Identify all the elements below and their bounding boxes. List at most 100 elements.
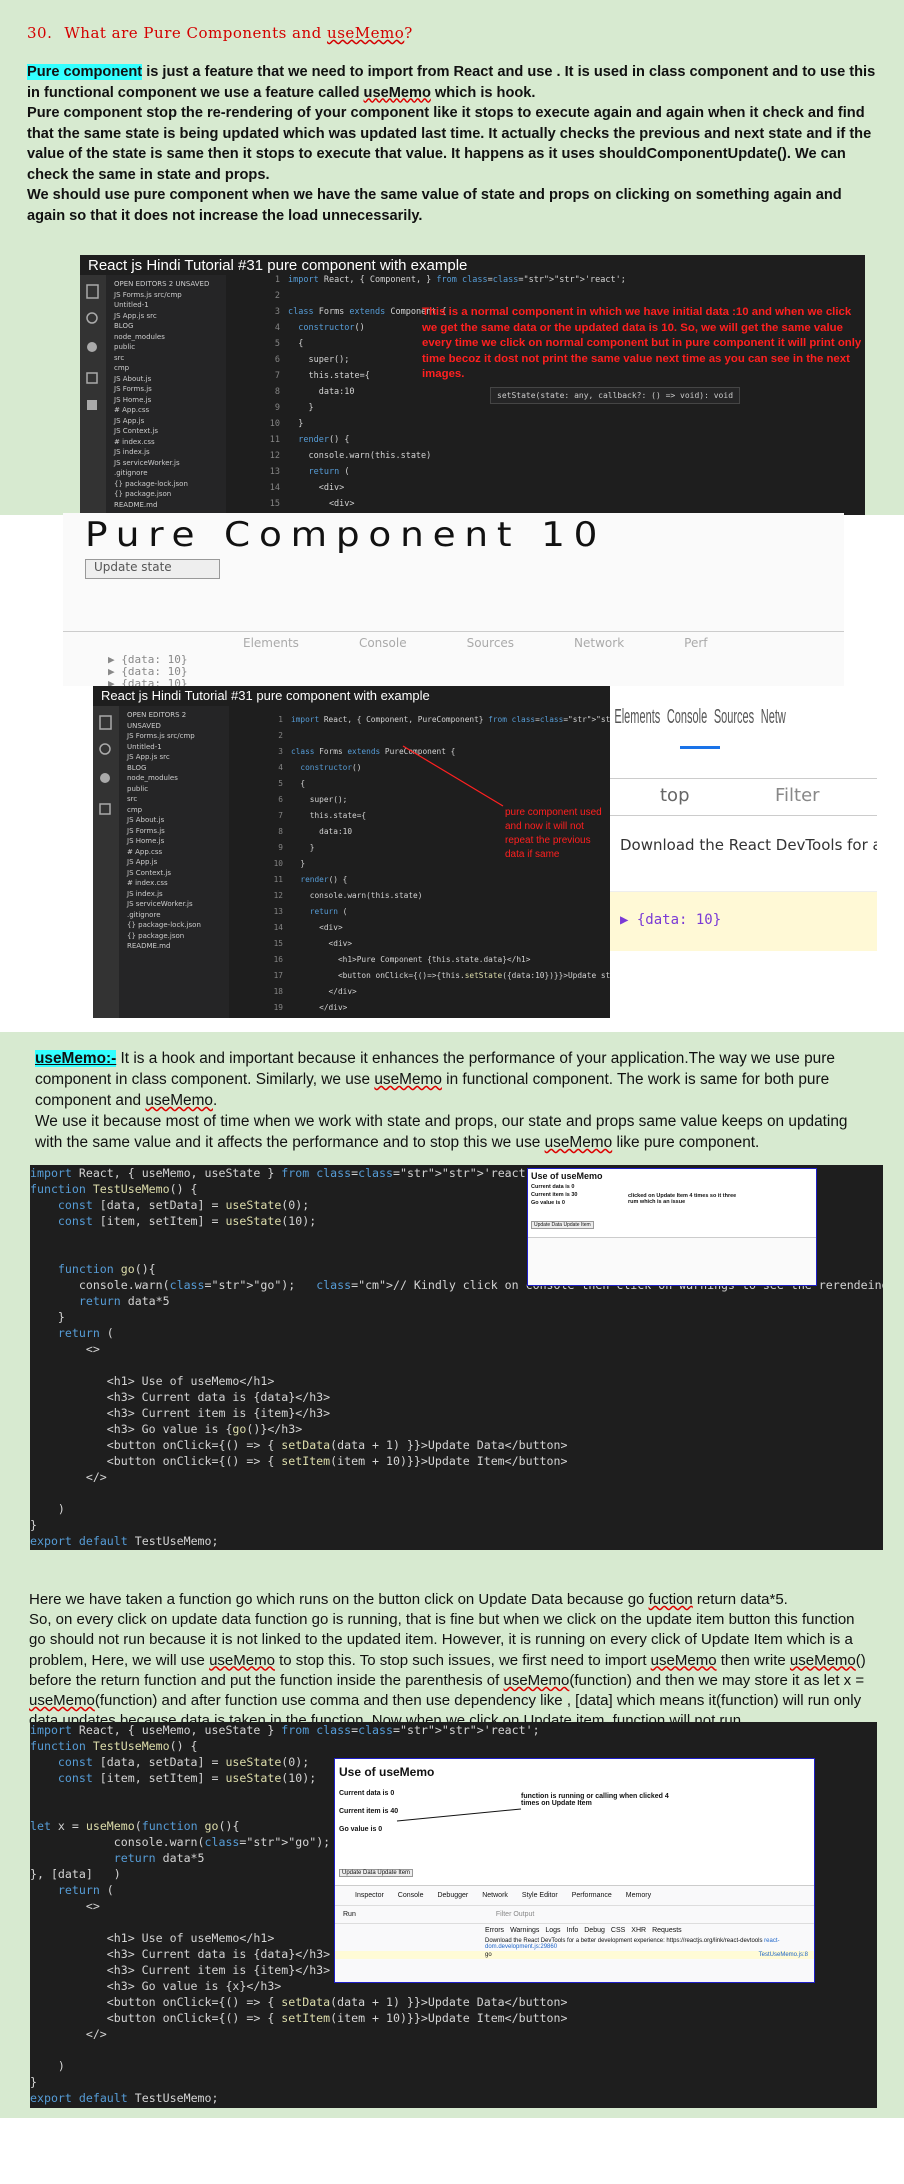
explorer-item: OPEN EDITORS 2 UNSAVED bbox=[127, 711, 187, 730]
explorer-item: JS serviceWorker.js bbox=[127, 900, 193, 908]
update-state-button[interactable]: Update state bbox=[85, 559, 220, 579]
code-line: return data*5 bbox=[78, 1294, 170, 1308]
code-line: <h3> Current data is {data}</h3> bbox=[30, 1390, 331, 1404]
devtools-tab[interactable]: Console bbox=[398, 1892, 424, 1899]
devtools-tab[interactable]: Network bbox=[574, 636, 624, 650]
pure-component-description: Pure component is just a feature that we… bbox=[27, 62, 877, 226]
code-line: 13 return ( bbox=[273, 907, 348, 916]
log-level-filter[interactable]: Info bbox=[567, 1927, 579, 1934]
log-level-filter[interactable]: Warnings bbox=[510, 1927, 539, 1934]
code-line: <h3> Go value is {go()}</h3> bbox=[30, 1422, 303, 1436]
explorer-item: JS About.js bbox=[114, 374, 152, 383]
devtools-tab[interactable]: Console bbox=[667, 706, 707, 729]
explorer-item: JS App.js bbox=[127, 858, 158, 866]
explorer-item: JS Forms.js bbox=[114, 385, 152, 393]
devtools-tab[interactable]: Style Editor bbox=[522, 1892, 558, 1899]
code-line: ) bbox=[30, 1502, 65, 1516]
devtools-tab[interactable]: Memory bbox=[626, 1892, 651, 1899]
explorer-item: JS serviceWorker.js bbox=[114, 458, 180, 467]
log-level-filter[interactable]: Logs bbox=[545, 1927, 560, 1934]
code-line: } bbox=[30, 1310, 65, 1324]
code-line: } bbox=[30, 1518, 37, 1532]
console-toolbar: top Filter bbox=[610, 778, 877, 816]
code-line: 11 render() { bbox=[269, 435, 350, 445]
devtools-message: Download the React DevTools for a better… bbox=[620, 836, 877, 854]
filter-output[interactable]: Filter Output bbox=[496, 1911, 535, 1918]
devtools-tab[interactable]: Sources bbox=[714, 706, 754, 729]
highlight-pure-component: Pure component bbox=[27, 64, 143, 80]
note-arrow bbox=[396, 1808, 522, 1822]
explorer-item: JS index.js bbox=[114, 448, 150, 456]
explorer-item: src bbox=[127, 795, 138, 803]
p2-e: (function) and then we may store it as l… bbox=[569, 1671, 865, 1689]
heading-text: What are Pure Components and bbox=[64, 24, 328, 42]
log-level-filter[interactable]: CSS bbox=[611, 1927, 625, 1934]
devtools-tab[interactable]: Network bbox=[482, 1892, 508, 1899]
screenshot-normal-component: React js Hindi Tutorial #31 pure compone… bbox=[80, 255, 865, 515]
devtools-tabs: Elements Console Sources Netw bbox=[610, 686, 785, 749]
devtools-tab[interactable]: Console bbox=[359, 636, 407, 650]
output-note: function is running or calling when clic… bbox=[521, 1793, 669, 1807]
devtools-tab[interactable]: Sources bbox=[467, 636, 514, 650]
explorer-item: # App.css bbox=[127, 847, 163, 856]
output-line: Current data is 0 bbox=[531, 1184, 575, 1190]
explorer-item: # App.css bbox=[114, 406, 150, 414]
p2-kw4: useMemo bbox=[503, 1671, 570, 1689]
code-line: 17 <button onClick={()=>{this.setState({… bbox=[273, 971, 610, 980]
code-line: <button onClick={() => { setItem(item + … bbox=[30, 2011, 568, 2025]
firefox-devtools: Inspector Console Debugger Network Style Edi… bbox=[335, 1885, 814, 1982]
code-line: 19 </div> bbox=[273, 1003, 348, 1012]
code-line: 13 return ( bbox=[269, 467, 350, 477]
log-level-filter[interactable]: XHR bbox=[631, 1927, 646, 1934]
log-level-filter[interactable]: Requests bbox=[652, 1927, 682, 1934]
output-buttons[interactable]: Update Data Update Item bbox=[531, 1221, 594, 1229]
heading-number: 30. bbox=[27, 24, 53, 42]
annotation-note: This is a normal component in which we h… bbox=[422, 306, 862, 380]
explorer-item: JS Context.js bbox=[127, 868, 171, 877]
devtools-tabs: Elements Console Sources Network Perf bbox=[63, 632, 844, 654]
warn-src: TestUseMemo.js:8 bbox=[758, 1952, 808, 1958]
kw2: useMemo bbox=[374, 1071, 442, 1088]
file-explorer: OPEN EDITORS 2 UNSAVED JS Forms.js src/cm… bbox=[119, 706, 229, 1018]
log-level-filter[interactable]: Errors bbox=[485, 1927, 504, 1934]
warning-log: ▶ {data: 10} bbox=[610, 891, 877, 951]
run-button[interactable]: Run bbox=[343, 1911, 356, 1918]
devtools-tab[interactable]: Elements bbox=[243, 636, 299, 650]
explorer-item: cmp bbox=[127, 805, 143, 814]
code-line: export default TestUseMemo; bbox=[30, 1534, 219, 1548]
context-selector[interactable]: top bbox=[660, 785, 690, 806]
output-screenshot-2: Use of useMemo Current data is 0 Current … bbox=[334, 1758, 815, 1983]
output-title: Use of useMemo bbox=[339, 1765, 435, 1779]
explorer-item: node_modules bbox=[114, 332, 165, 341]
setstate-tooltip: setState(state: any, callback?: () => vo… bbox=[490, 387, 741, 404]
code-line: <button onClick={() => { setData(data + … bbox=[30, 1995, 568, 2009]
code-line: 16 <h1>Pure Component {this.state.data}<… bbox=[273, 955, 531, 964]
explorer-item: public bbox=[114, 343, 136, 351]
filter-input[interactable]: Filter bbox=[775, 785, 820, 806]
code-line: 15 <div> bbox=[273, 939, 353, 948]
output-buttons[interactable]: Update Data Update Item bbox=[339, 1869, 414, 1877]
code-line: return ( bbox=[57, 1326, 114, 1340]
devtools-tab[interactable]: Netw bbox=[761, 706, 786, 729]
log-level-filter[interactable]: Debug bbox=[584, 1927, 605, 1934]
output-screenshot-1: Use of useMemo Current data is 0 Current … bbox=[527, 1168, 817, 1286]
p2-kw5: useMemo bbox=[29, 1692, 95, 1710]
devtools-tab[interactable]: Elements bbox=[614, 706, 660, 729]
para1-text-b: which is hook. bbox=[430, 84, 536, 101]
devtools-tabs: Inspector Console Debugger Network Style Edi… bbox=[335, 1886, 814, 1906]
explorer-item: JS App.js bbox=[114, 416, 145, 425]
p2-kw3: useMemo bbox=[789, 1651, 856, 1669]
devtools-tab[interactable]: Perf bbox=[684, 636, 707, 650]
devtools-tab[interactable]: Debugger bbox=[437, 1892, 468, 1899]
arrow-annotation bbox=[402, 745, 504, 807]
explorer-item: JS Forms.js src/cmp bbox=[114, 290, 182, 299]
code-line: 14 <div> bbox=[273, 923, 343, 932]
devtools-tab[interactable]: Performance bbox=[572, 1892, 612, 1899]
explorer-item: BLOG bbox=[114, 322, 134, 330]
devtools-tab[interactable]: Inspector bbox=[355, 1892, 384, 1899]
code-line: <button onClick={() => { setItem(item + … bbox=[30, 1454, 568, 1468]
p2-c: then write bbox=[716, 1651, 790, 1669]
para2: Pure component stop the re-rendering of … bbox=[27, 105, 872, 183]
code-line: 14 <div> bbox=[269, 483, 345, 493]
